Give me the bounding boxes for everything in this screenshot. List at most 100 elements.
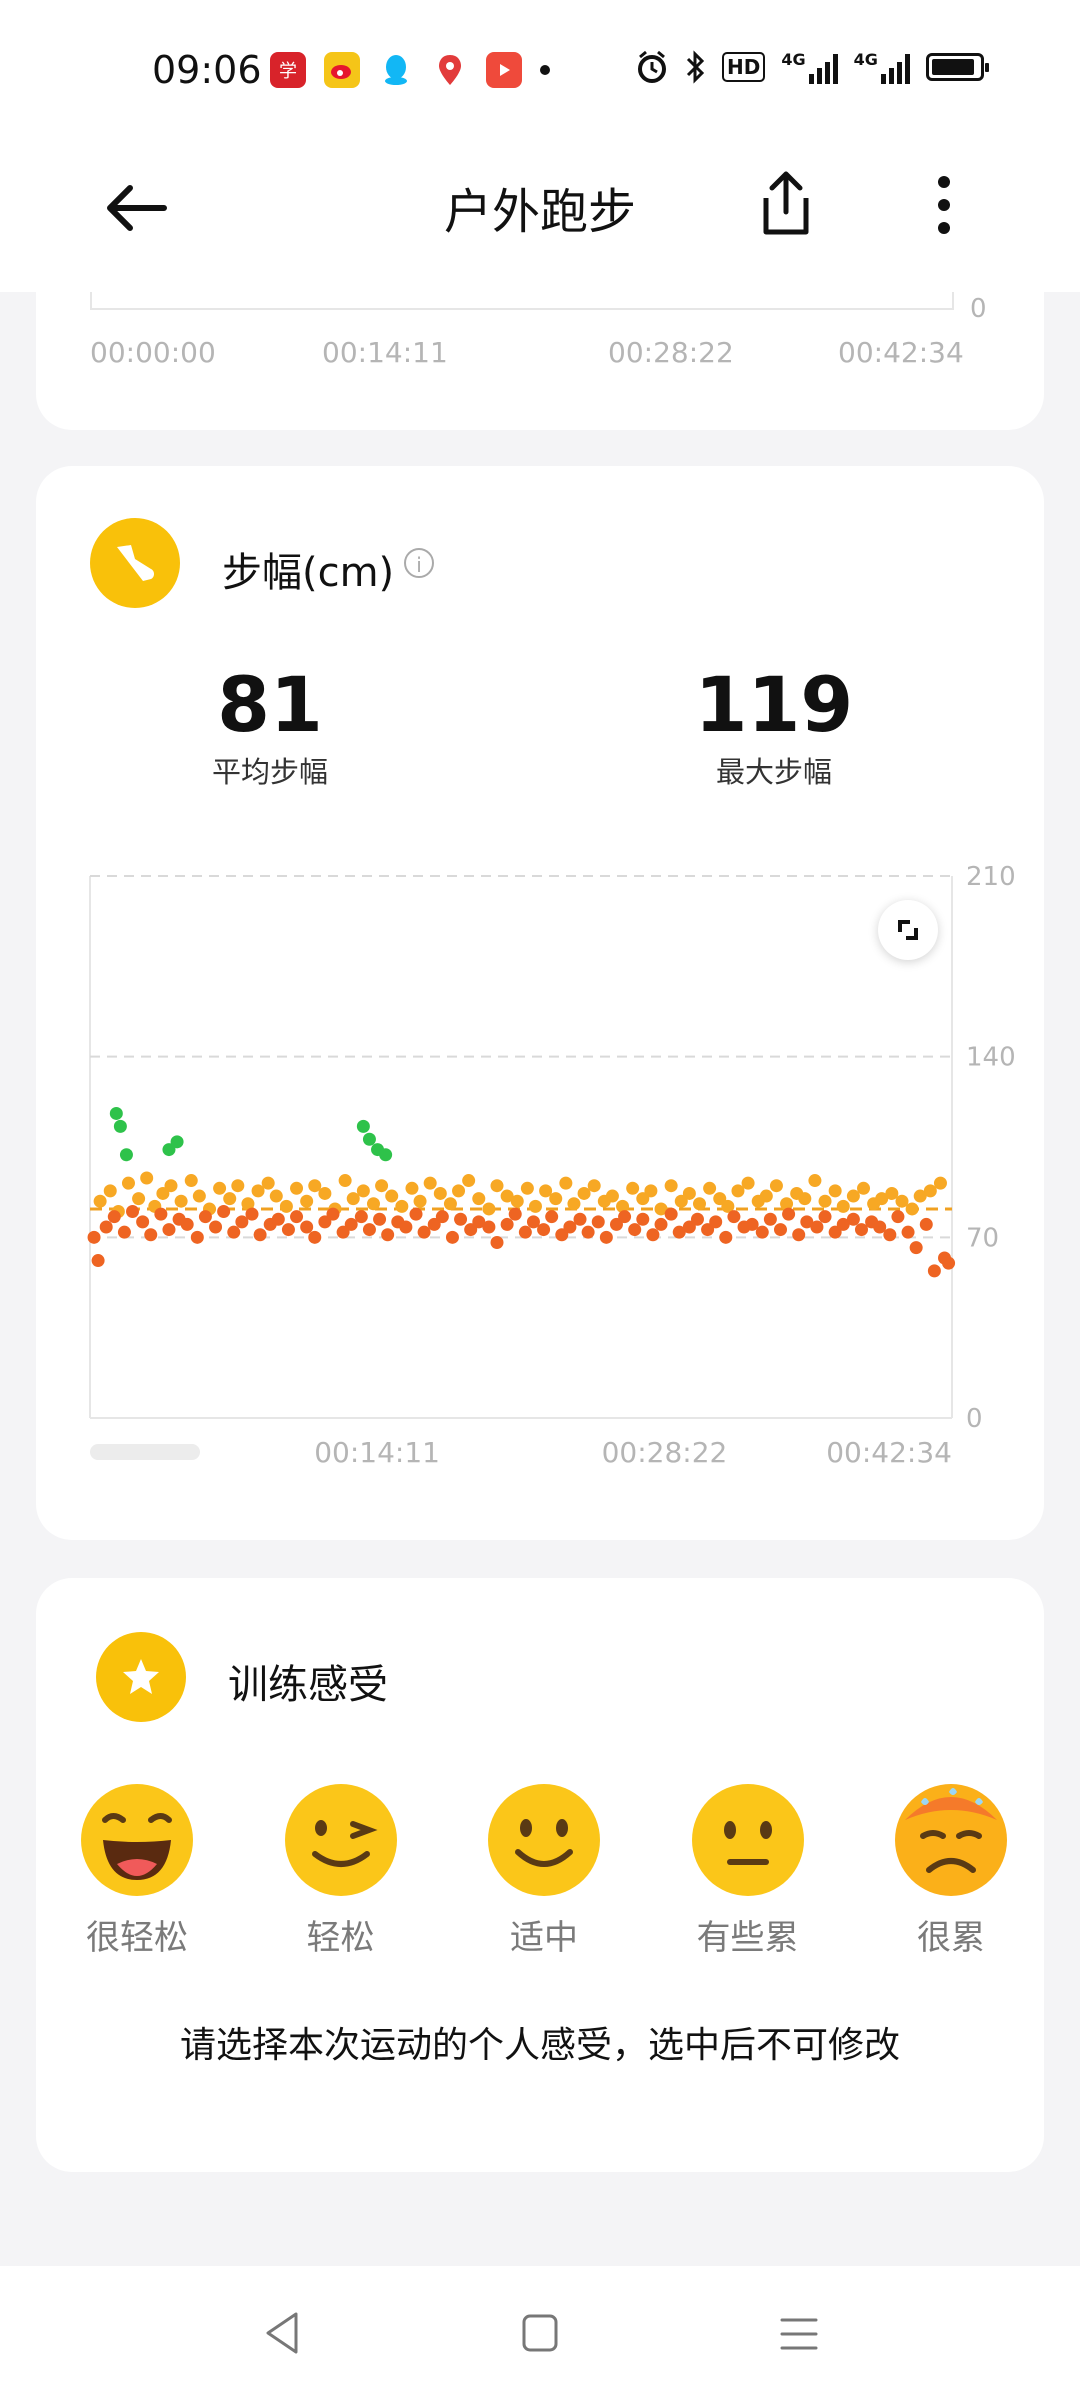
chart-point	[626, 1181, 640, 1195]
chart-x-tick: 00:42:34	[826, 1436, 952, 1469]
feeling-label: 很轻松	[86, 1918, 188, 1958]
chart-point	[223, 1192, 237, 1206]
chart-point	[271, 1212, 285, 1226]
chart-point	[338, 1174, 352, 1188]
chart-point	[605, 1189, 619, 1203]
nav-recents-icon[interactable]	[778, 2314, 820, 2354]
chart-point	[290, 1210, 304, 1224]
feeling-option-very-easy[interactable]: 很轻松	[72, 1780, 202, 1959]
shoe-icon	[117, 545, 154, 581]
chart-point	[103, 1184, 117, 1198]
chart-point	[91, 1254, 105, 1268]
chart-point	[664, 1207, 678, 1221]
status-time: 09:06	[152, 48, 262, 92]
feeling-option-somewhat-tired[interactable]: 有些累	[683, 1780, 813, 1959]
hd-badge: HD	[722, 52, 766, 82]
chart-point	[537, 1223, 551, 1237]
chart-point	[269, 1189, 283, 1203]
feeling-label: 有些累	[696, 1918, 799, 1958]
chart-point	[773, 1223, 787, 1237]
chart-point	[385, 1189, 399, 1203]
chart-point	[140, 1171, 154, 1185]
chart-point	[443, 1197, 457, 1211]
signal-2: 4G	[854, 50, 910, 84]
chart-point	[942, 1256, 956, 1270]
chart-point	[445, 1230, 459, 1244]
chart-point	[356, 1184, 370, 1198]
chart-point	[121, 1176, 135, 1190]
nav-home-icon[interactable]	[520, 2312, 560, 2354]
chart-point	[162, 1223, 176, 1237]
feeling-options: 很轻松 轻松 适中 有些累 很累	[72, 1780, 1016, 1959]
signal-1: 4G	[781, 50, 838, 84]
feeling-label: 轻松	[306, 1918, 375, 1958]
chart-point	[213, 1181, 227, 1195]
chart-x-tick: 00:28:22	[602, 1436, 728, 1469]
chart-point	[927, 1264, 941, 1278]
chart-point	[719, 1230, 733, 1244]
feeling-option-very-tired[interactable]: 很累	[886, 1780, 1016, 1959]
share-icon	[763, 171, 809, 235]
chart-point	[231, 1179, 245, 1193]
chart-point	[462, 1174, 476, 1188]
chart-point	[709, 1215, 723, 1229]
feeling-option-moderate[interactable]: 适中	[479, 1780, 609, 1959]
feeling-option-easy[interactable]: 轻松	[276, 1780, 406, 1959]
chart-point	[644, 1184, 658, 1198]
chart-point	[300, 1194, 314, 1208]
previous-chart-right-axis	[952, 292, 954, 310]
chart-point	[646, 1228, 660, 1242]
chart-point	[891, 1210, 905, 1224]
chart-y-tick: 210	[966, 862, 1016, 892]
chart-point	[180, 1217, 194, 1231]
chart-point	[154, 1207, 168, 1221]
chart-point	[818, 1194, 832, 1208]
chart-point	[454, 1212, 468, 1226]
chart-point	[117, 1225, 131, 1239]
avg-stride-label: 平均步幅	[211, 755, 328, 789]
chart-point	[559, 1176, 573, 1190]
fullscreen-icon	[898, 920, 918, 940]
chart-point	[769, 1179, 783, 1193]
chart-point	[510, 1194, 524, 1208]
video-icon	[486, 52, 522, 88]
nav-back-icon[interactable]	[262, 2310, 302, 2356]
chart-point	[573, 1212, 587, 1226]
share-button[interactable]	[756, 168, 816, 240]
chart-point	[798, 1192, 812, 1206]
chart-point	[308, 1230, 322, 1244]
xuexi-icon: 学	[270, 52, 306, 88]
expand-chart-button[interactable]	[878, 900, 938, 960]
chart-point	[362, 1132, 376, 1146]
chart-point	[518, 1225, 532, 1239]
chart-point	[109, 1106, 123, 1120]
chart-point	[690, 1212, 704, 1226]
chart-point	[528, 1199, 542, 1213]
chart-point	[755, 1225, 769, 1239]
chart-point	[482, 1202, 496, 1216]
chart-point	[373, 1212, 387, 1226]
chart-point	[405, 1181, 419, 1195]
chart-point	[170, 1135, 184, 1149]
chart-point	[423, 1176, 437, 1190]
chart-point	[119, 1148, 133, 1162]
previous-chart-x-tick: 00:14:11	[322, 336, 448, 369]
max-stride-block: 119 最大步幅	[654, 660, 894, 791]
info-icon[interactable]: i	[404, 548, 434, 578]
feeling-label: 适中	[510, 1918, 578, 1958]
chart-point	[549, 1192, 563, 1206]
chart-point	[905, 1202, 919, 1216]
neutral-face-icon	[691, 1784, 804, 1896]
chart-point	[279, 1199, 293, 1213]
chart-point	[828, 1184, 842, 1198]
chart-point	[245, 1207, 259, 1221]
previous-chart-x-tick: 00:00:00	[90, 336, 216, 369]
more-options-button[interactable]	[924, 170, 964, 240]
chart-y-tick: 140	[966, 1043, 1016, 1073]
chart-point	[508, 1207, 522, 1221]
chart-point	[883, 1228, 897, 1242]
stride-circle	[90, 518, 180, 608]
qq-icon	[378, 52, 414, 88]
chart-point	[763, 1212, 777, 1226]
winking-face-icon	[284, 1784, 397, 1896]
